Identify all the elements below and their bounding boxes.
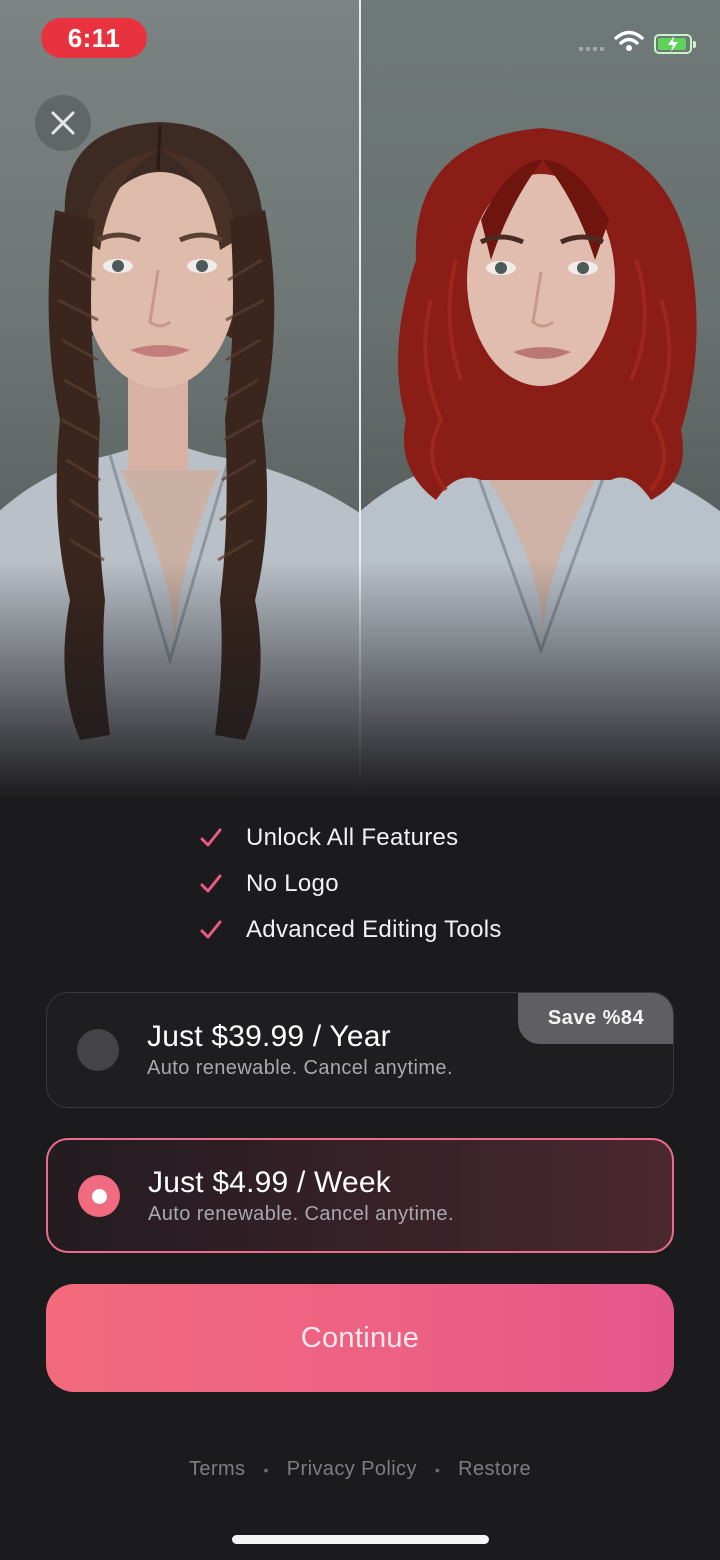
plan-title: Just $39.99 / Year: [147, 1020, 391, 1053]
privacy-policy-link[interactable]: Privacy Policy: [287, 1458, 417, 1481]
footer-separator: •: [434, 1461, 441, 1478]
checkmark-icon: [200, 920, 246, 940]
plan-subtitle: Auto renewable. Cancel anytime.: [148, 1203, 454, 1225]
feature-item: Unlock All Features: [200, 815, 502, 861]
plan-radio-unselected[interactable]: [77, 1029, 119, 1071]
terms-link[interactable]: Terms: [189, 1458, 245, 1481]
footer-links: Terms • Privacy Policy • Restore: [0, 1458, 720, 1481]
plan-option-weekly[interactable]: Just $4.99 / Week Auto renewable. Cancel…: [46, 1138, 674, 1253]
close-icon: [51, 111, 75, 135]
restore-link[interactable]: Restore: [458, 1458, 531, 1481]
continue-button[interactable]: Continue: [46, 1284, 674, 1392]
before-after-hero: [0, 0, 720, 800]
plan-title: Just $4.99 / Week: [148, 1166, 391, 1199]
feature-list: Unlock All Features No Logo Advanced Edi…: [200, 815, 502, 953]
plan-radio-selected[interactable]: [78, 1175, 120, 1217]
feature-label: Advanced Editing Tools: [246, 916, 502, 943]
feature-label: No Logo: [246, 870, 339, 897]
plan-subtitle: Auto renewable. Cancel anytime.: [147, 1057, 453, 1079]
close-button[interactable]: [35, 95, 91, 151]
checkmark-icon: [200, 874, 246, 894]
feature-label: Unlock All Features: [246, 824, 459, 851]
status-icons: [579, 30, 696, 57]
save-badge: Save %84: [518, 993, 673, 1044]
wifi-icon: [614, 30, 644, 57]
battery-charging-icon: [654, 33, 696, 54]
footer-separator: •: [263, 1461, 269, 1478]
checkmark-icon: [200, 828, 246, 848]
cellular-signal-icon: [579, 37, 604, 51]
status-time: 6:11: [41, 18, 147, 58]
feature-item: No Logo: [200, 861, 502, 907]
home-indicator[interactable]: [232, 1535, 489, 1544]
plan-option-yearly[interactable]: Just $39.99 / Year Auto renewable. Cance…: [46, 992, 674, 1108]
hero-fade: [0, 560, 720, 800]
feature-item: Advanced Editing Tools: [200, 907, 502, 953]
